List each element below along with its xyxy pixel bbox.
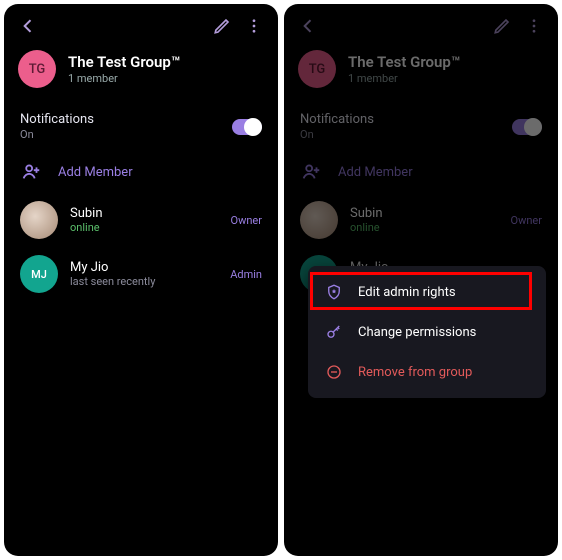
add-member-label: Add Member <box>338 165 413 180</box>
more-icon[interactable] <box>238 10 270 42</box>
add-member-icon <box>300 161 322 183</box>
group-header: TG The Test Group™ 1 member <box>284 44 558 102</box>
member-role: Owner <box>511 214 542 227</box>
topbar <box>4 4 278 44</box>
left-screen: TG The Test Group™ 1 member Notification… <box>4 4 278 556</box>
member-row[interactable]: MJ My Jio last seen recently Admin <box>4 247 278 301</box>
member-row[interactable]: Subin online Owner <box>4 193 278 247</box>
group-title: The Test Group™ <box>348 53 460 71</box>
member-status: online <box>350 221 499 234</box>
menu-change-permissions[interactable]: Change permissions <box>308 312 546 352</box>
member-status: online <box>70 221 219 234</box>
member-status: last seen recently <box>70 275 218 288</box>
menu-edit-admin-rights[interactable]: Edit admin rights <box>308 272 546 312</box>
add-member-row[interactable]: Add Member <box>284 151 558 193</box>
more-icon[interactable] <box>518 10 550 42</box>
notif-toggle[interactable] <box>232 119 262 135</box>
remove-circle-icon <box>324 363 344 381</box>
notif-label: Notifications <box>20 112 94 127</box>
member-name: My Jio <box>70 260 218 275</box>
back-icon[interactable] <box>12 10 44 42</box>
add-member-label: Add Member <box>58 165 133 180</box>
member-name: Subin <box>350 206 499 221</box>
back-icon[interactable] <box>292 10 324 42</box>
notif-state: On <box>300 128 374 141</box>
menu-item-label: Remove from group <box>358 365 472 380</box>
notifications-row[interactable]: Notifications On <box>4 102 278 151</box>
member-avatar <box>300 201 338 239</box>
add-member-icon <box>20 161 42 183</box>
notif-toggle[interactable] <box>512 119 542 135</box>
key-icon <box>324 323 344 341</box>
group-avatar: TG <box>18 50 56 88</box>
member-role: Owner <box>231 214 262 227</box>
group-title: The Test Group™ <box>68 53 180 71</box>
context-menu: Edit admin rights Change permissions Rem… <box>308 266 546 398</box>
member-avatar <box>20 201 58 239</box>
member-role: Admin <box>230 268 262 281</box>
group-avatar: TG <box>298 50 336 88</box>
notif-state: On <box>20 128 94 141</box>
member-row[interactable]: Subin online Owner <box>284 193 558 247</box>
group-header: TG The Test Group™ 1 member <box>4 44 278 102</box>
group-subtitle: 1 member <box>348 72 460 85</box>
menu-item-label: Edit admin rights <box>358 285 456 300</box>
add-member-row[interactable]: Add Member <box>4 151 278 193</box>
notif-label: Notifications <box>300 112 374 127</box>
menu-item-label: Change permissions <box>358 325 476 340</box>
shield-star-icon <box>324 283 344 301</box>
edit-icon[interactable] <box>486 10 518 42</box>
right-screen: TG The Test Group™ 1 member Notification… <box>284 4 558 556</box>
topbar <box>284 4 558 44</box>
notifications-row[interactable]: Notifications On <box>284 102 558 151</box>
menu-remove-from-group[interactable]: Remove from group <box>308 352 546 392</box>
group-subtitle: 1 member <box>68 72 180 85</box>
edit-icon[interactable] <box>206 10 238 42</box>
member-avatar: MJ <box>20 255 58 293</box>
member-name: Subin <box>70 206 219 221</box>
